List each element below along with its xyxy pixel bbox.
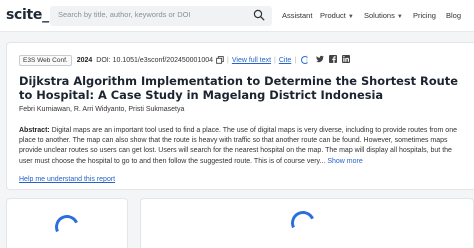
paper-card: E3S Web Conf. 2024 DOI: 10.1051/e3sconf/…	[6, 42, 474, 190]
paper-abstract: Abstract: Digital maps are an important …	[19, 126, 465, 167]
loading-spinner	[51, 211, 83, 243]
paper-meta-row: E3S Web Conf. 2024 DOI: 10.1051/e3sconf/…	[19, 54, 310, 66]
nav-pricing-label: Pricing	[413, 11, 436, 20]
view-full-text-link[interactable]: View full text	[232, 57, 271, 64]
search-bar[interactable]: Search by title, author, keywords or DOI	[50, 6, 272, 26]
nav-product[interactable]: Product ▼	[320, 11, 354, 20]
abstract-label: Abstract:	[19, 127, 50, 134]
nav-assistant-label: Assistant	[282, 11, 313, 20]
publication-year: 2024	[76, 56, 93, 64]
separator: |	[227, 56, 229, 64]
nav-product-label: Product	[320, 11, 346, 20]
nav-pricing[interactable]: Pricing	[413, 11, 436, 20]
nav-blog[interactable]: Blog	[446, 11, 461, 20]
nav-assistant[interactable]: Assistant	[282, 11, 312, 20]
chevron-down-icon: ▼	[396, 14, 403, 20]
chevron-down-icon: ▼	[347, 14, 354, 20]
paper-title: Dijkstra Algorithm Implementation to Det…	[19, 74, 458, 102]
search-input[interactable]: Search by title, author, keywords or DOI	[58, 10, 191, 19]
separator: |	[274, 56, 276, 64]
loading-spinner	[287, 207, 319, 239]
linkedin-icon[interactable]	[341, 55, 350, 63]
scite-logo[interactable]: scite_	[6, 7, 49, 23]
loading-card-right	[140, 198, 474, 248]
help-understand-link[interactable]: Help me understand this report	[19, 176, 115, 183]
twitter-icon[interactable]	[315, 55, 324, 63]
top-header: scite_ Search by title, author, keywords…	[0, 0, 474, 32]
cite-link[interactable]: Cite	[279, 57, 291, 64]
show-more-link[interactable]: Show more	[327, 158, 362, 165]
loading-card-left	[6, 198, 128, 248]
separator: |	[294, 56, 297, 64]
nav-blog-label: Blog	[446, 11, 462, 20]
copy-icon[interactable]	[216, 56, 224, 64]
paper-authors[interactable]: Febri Kurniawan, R. Arri Widyanto, Prist…	[19, 106, 184, 113]
share-icons: |	[303, 55, 350, 63]
search-icon[interactable]	[253, 9, 265, 21]
doi-text: DOI: 10.1051/e3sconf/202450001004	[96, 56, 214, 64]
nav-solutions-label: Solutions	[364, 11, 395, 20]
separator: |	[306, 55, 308, 63]
facebook-icon[interactable]	[328, 55, 337, 63]
source-badge[interactable]: E3S Web Conf.	[19, 54, 72, 66]
abstract-text: Digital maps are an important tool used …	[19, 127, 457, 165]
nav-solutions[interactable]: Solutions ▼	[364, 11, 403, 20]
